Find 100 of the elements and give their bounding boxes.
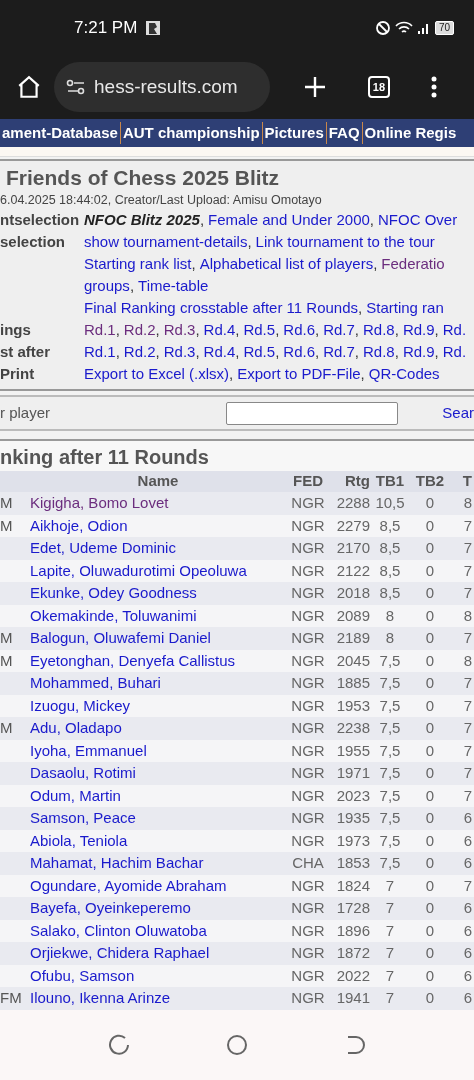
- link[interactable]: Rd.1: [84, 341, 116, 363]
- player-name[interactable]: Aikhoje, Odion: [30, 516, 128, 534]
- tiebreak: 8: [463, 494, 472, 511]
- player-name[interactable]: Salako, Clinton Oluwatoba: [30, 921, 207, 939]
- link[interactable]: NFOC Over: [378, 209, 458, 231]
- tune-icon[interactable]: [66, 79, 86, 95]
- player-name[interactable]: Abiola, Teniola: [30, 831, 128, 849]
- link[interactable]: Rd.7: [323, 341, 355, 363]
- separator: ,: [235, 342, 240, 362]
- separator: ,: [354, 320, 359, 340]
- player-name[interactable]: Lapite, Oluwadurotimi Opeoluwa: [30, 561, 247, 579]
- rating: 2189: [336, 629, 370, 646]
- player-name[interactable]: Bayefa, Oyeinkeperemo: [30, 899, 191, 916]
- recent-apps-icon[interactable]: [108, 1033, 130, 1056]
- player-name[interactable]: Ekunke, Odey Goodness: [30, 584, 197, 601]
- player-name[interactable]: Samson, Peace: [30, 809, 136, 826]
- separator: ,: [369, 210, 374, 230]
- link[interactable]: Rd.: [442, 341, 467, 363]
- separator: ,: [195, 342, 200, 362]
- federation: CHA: [292, 854, 324, 871]
- link[interactable]: Rd.1: [84, 319, 116, 341]
- nav-link[interactable]: AUT championship: [119, 121, 262, 145]
- tiebreak: 0: [425, 561, 435, 579]
- link[interactable]: Rd.2: [123, 341, 156, 363]
- player-name[interactable]: Iyoha, Emmanuel: [30, 741, 147, 759]
- separator: ,: [199, 210, 205, 230]
- player-name[interactable]: Ogundare, Ayomide Abraham: [30, 876, 227, 894]
- nav-link[interactable]: Pictures: [261, 121, 326, 145]
- rating: 1941: [336, 989, 370, 1006]
- link[interactable]: Time-table: [138, 275, 209, 297]
- link[interactable]: Rd.6: [283, 319, 315, 341]
- player-name[interactable]: Ofubu, Samson: [30, 966, 135, 984]
- link[interactable]: QR-Codes: [368, 363, 440, 385]
- player-name[interactable]: Adu, Oladapo: [30, 719, 122, 736]
- search-field[interactable]: [226, 401, 398, 425]
- app-icon: [145, 19, 162, 36]
- link[interactable]: Rd.8: [363, 319, 395, 341]
- home-icon[interactable]: [16, 74, 42, 100]
- player-name[interactable]: Eyetonghan, Denyefa Callistus: [30, 651, 236, 669]
- player-name[interactable]: Orjiekwe, Chidera Raphael: [30, 944, 210, 961]
- rating: 1955: [336, 741, 370, 759]
- link[interactable]: Rd.8: [363, 341, 395, 363]
- player-name[interactable]: Mahamat, Hachim Bachar: [30, 854, 204, 871]
- federation: NGR: [291, 831, 325, 849]
- link[interactable]: Rd.2: [123, 319, 156, 341]
- federation: NGR: [291, 606, 325, 624]
- separator: ,: [315, 342, 320, 362]
- tiebreak: 7,5: [379, 764, 401, 781]
- separator: ,: [275, 342, 280, 362]
- player-name[interactable]: Okemakinde, Toluwanimi: [30, 606, 197, 624]
- player-name[interactable]: Kigigha, Bomo Lovet: [30, 494, 169, 511]
- tiebreak: 6: [463, 854, 472, 871]
- plus-icon[interactable]: [302, 75, 327, 99]
- link[interactable]: Rd.6: [283, 341, 315, 363]
- player-name[interactable]: Izuogu, Mickey: [30, 696, 131, 714]
- link[interactable]: Rd.9: [402, 341, 435, 363]
- separator: ,: [155, 342, 160, 362]
- tiebreak: 0: [425, 854, 435, 871]
- link[interactable]: Export to Excel (.xlsx): [84, 363, 230, 385]
- link[interactable]: groups: [84, 275, 130, 297]
- link[interactable]: Rd.3: [163, 319, 196, 341]
- search-link[interactable]: Sear: [442, 401, 474, 425]
- tiebreak: 7: [385, 966, 395, 984]
- tiebreak: 0: [425, 606, 435, 624]
- nav-link[interactable]: ament-Database: [0, 121, 120, 145]
- tab-count-button[interactable]: 18: [368, 76, 390, 98]
- tiebreak: 0: [425, 539, 435, 556]
- tiebreak: 0: [425, 809, 435, 826]
- rating: 1953: [336, 696, 370, 714]
- player-name[interactable]: Ilouno, Ikenna Arinze: [30, 989, 171, 1006]
- link[interactable]: Export to PDF-File: [237, 363, 361, 385]
- separator: ,: [191, 254, 196, 274]
- rating: 1973: [336, 831, 370, 849]
- player-name[interactable]: Balogun, Oluwafemi Daniel: [30, 629, 211, 646]
- home-button-icon[interactable]: [226, 1033, 248, 1056]
- do-not-disturb-icon: [374, 19, 391, 36]
- link[interactable]: Starting rank list: [84, 253, 192, 275]
- separator: ,: [235, 320, 240, 340]
- nav-link[interactable]: FAQ: [325, 121, 362, 145]
- player-title: M: [0, 629, 13, 646]
- link[interactable]: Rd.9: [402, 319, 435, 341]
- link[interactable]: Rd.3: [163, 341, 196, 363]
- url-text: hess-results.com: [94, 74, 238, 99]
- menu-icon[interactable]: [431, 75, 438, 99]
- player-name[interactable]: Edet, Udeme Dominic: [30, 539, 176, 556]
- link[interactable]: Female and Under 2000: [208, 209, 370, 231]
- link[interactable]: Link tournament to the tour: [255, 231, 435, 253]
- tiebreak: 7,5: [379, 786, 401, 804]
- player-name[interactable]: Mohammed, Buhari: [30, 674, 161, 691]
- link[interactable]: Starting ran: [366, 297, 444, 319]
- link[interactable]: Rd.: [442, 319, 467, 341]
- tiebreak: 10,5: [375, 494, 405, 511]
- separator: ,: [394, 320, 399, 340]
- link[interactable]: Federatio: [381, 253, 445, 275]
- link[interactable]: Rd.7: [323, 319, 355, 341]
- player-name[interactable]: Odum, Martin: [30, 786, 121, 804]
- nav-link[interactable]: Online Regis: [361, 121, 459, 145]
- address-bar[interactable]: hess-results.com: [54, 62, 270, 112]
- player-name[interactable]: Dasaolu, Rotimi: [30, 764, 136, 781]
- link[interactable]: show tournament-details: [84, 231, 248, 253]
